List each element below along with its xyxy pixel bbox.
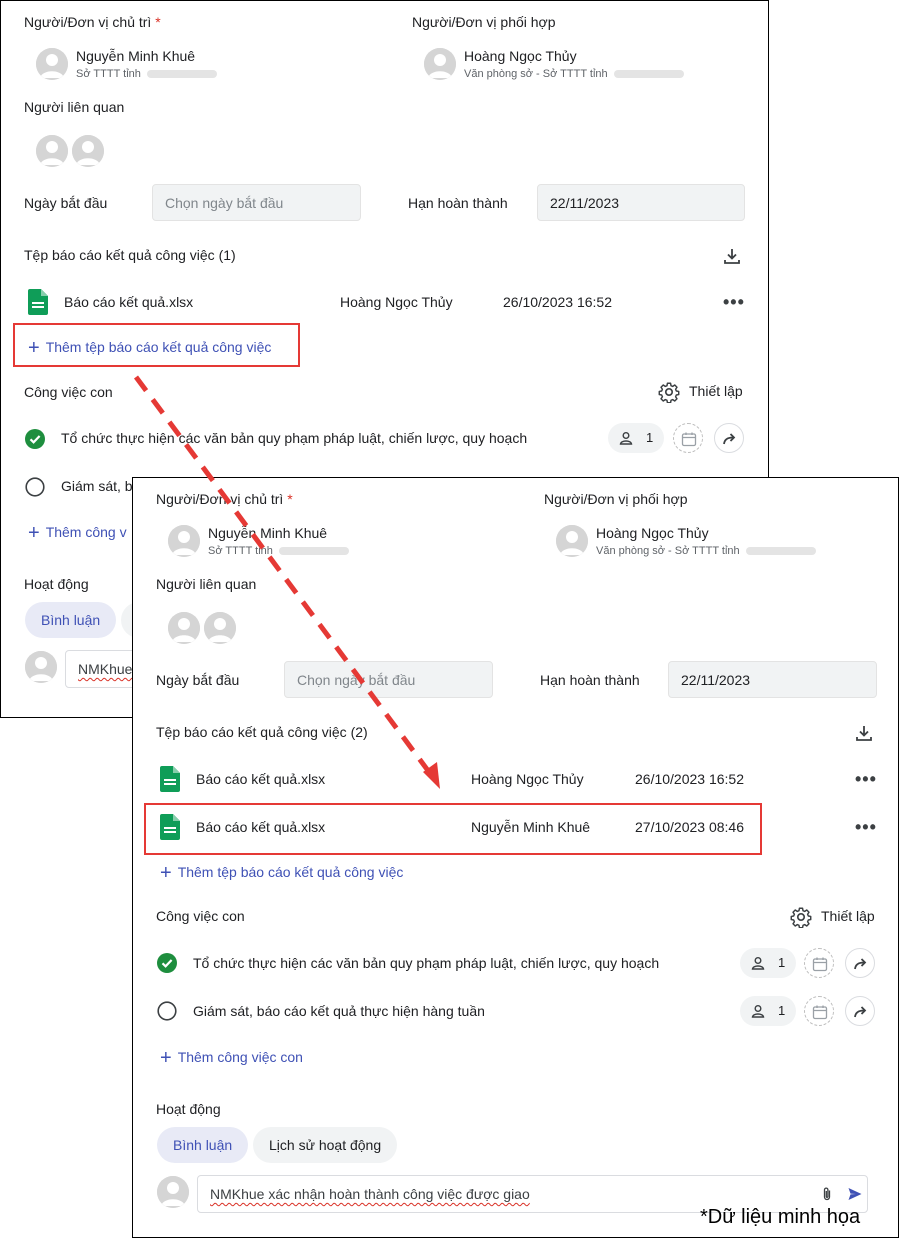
arrow-line: [133, 375, 435, 778]
footnote: *Dữ liệu minh họa: [700, 1206, 861, 1228]
arrow-annotation: [133, 375, 440, 789]
